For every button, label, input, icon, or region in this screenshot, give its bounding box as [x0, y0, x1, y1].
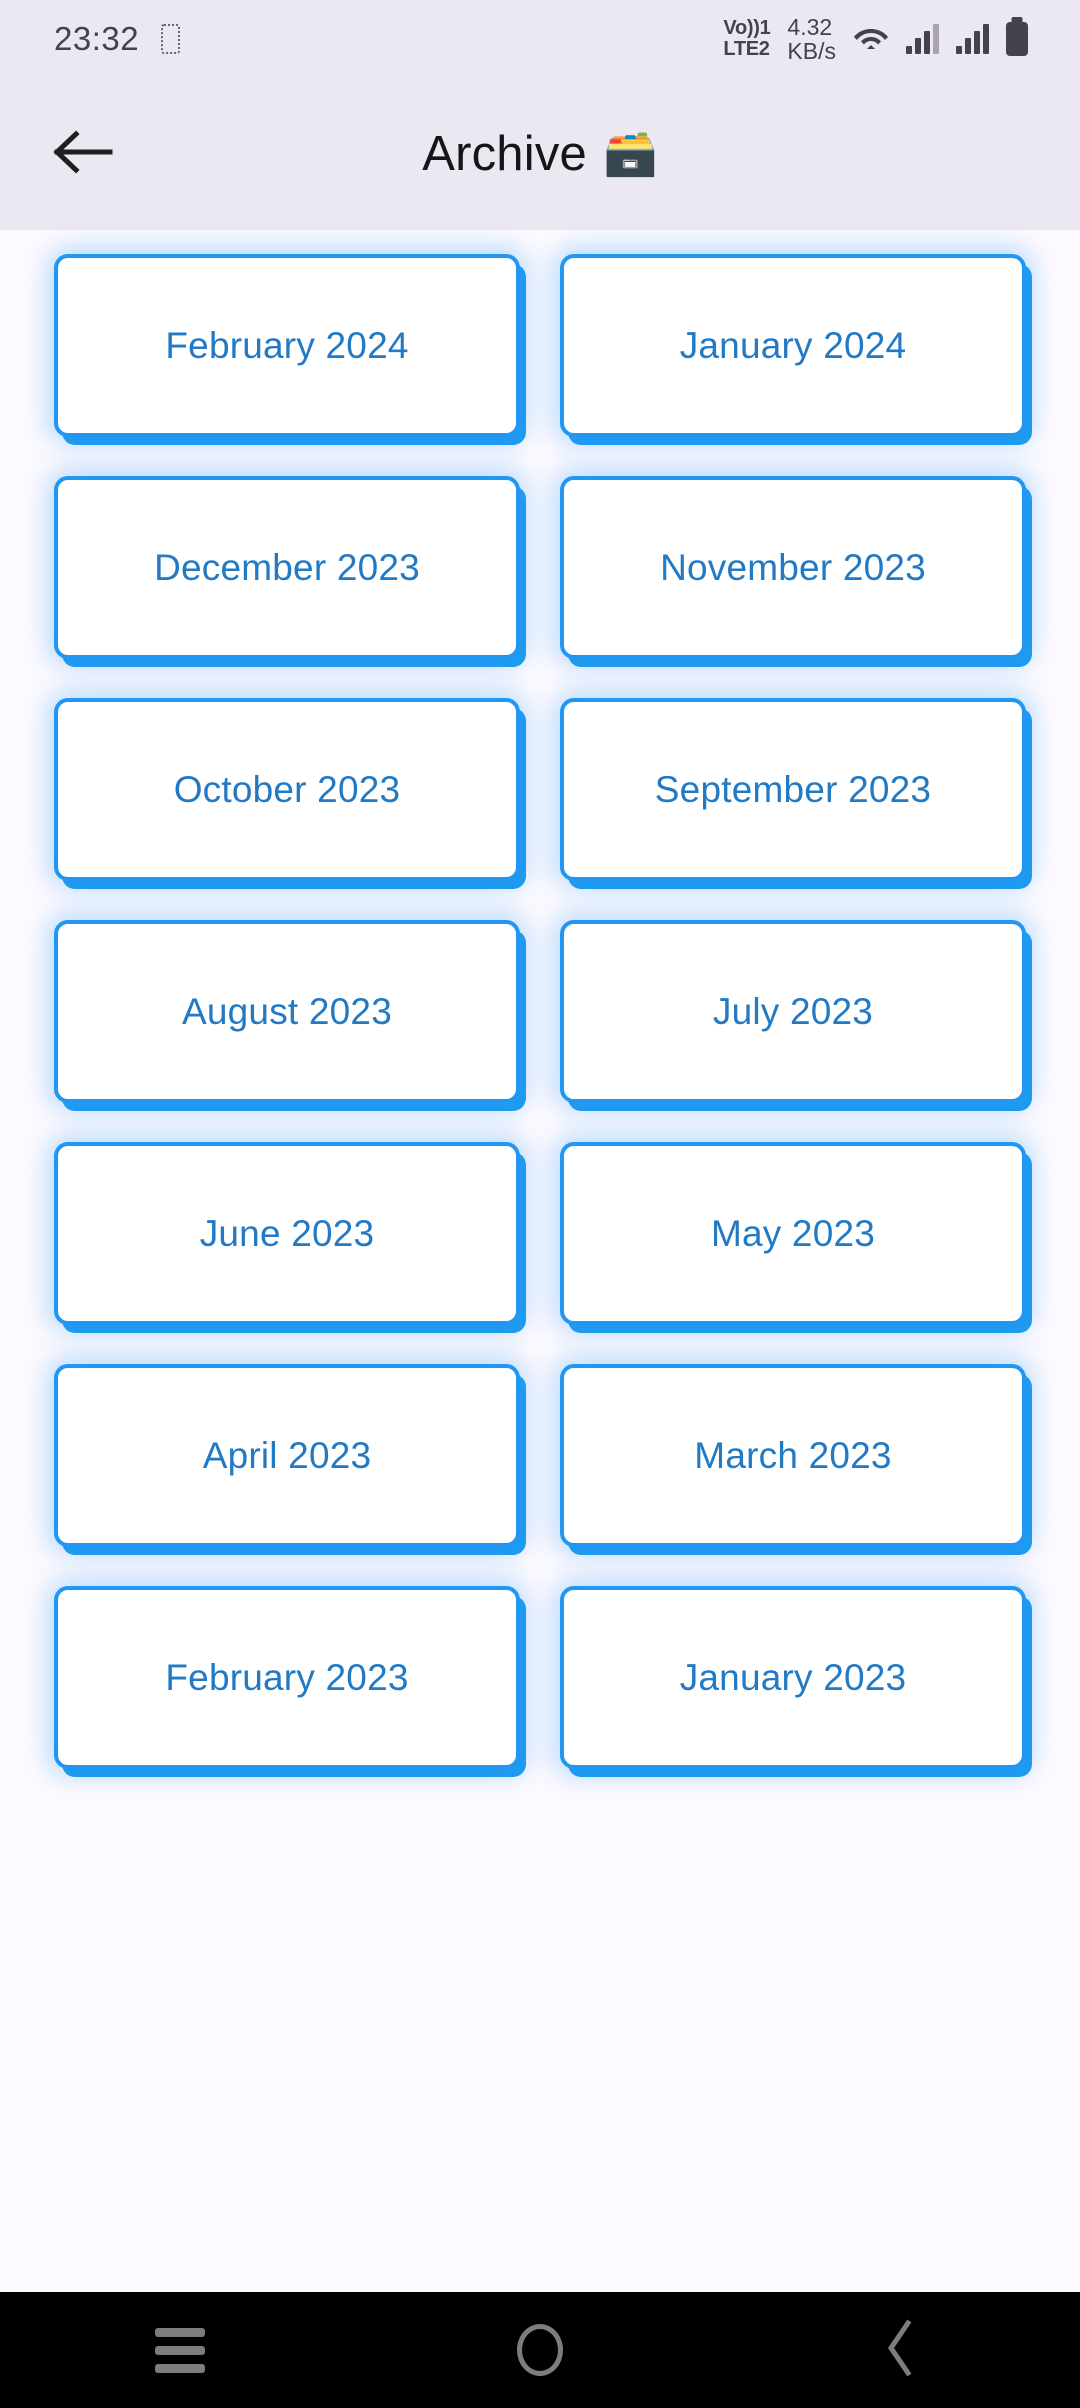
archive-month-grid: February 2024 January 2024 December 2023… — [0, 240, 1080, 1769]
month-card-label: December 2023 — [154, 546, 420, 588]
back-button[interactable] — [38, 109, 128, 199]
month-card[interactable]: March 2023 — [560, 1364, 1026, 1547]
status-clock: 23:32 — [54, 20, 140, 57]
system-navigation-bar — [0, 2292, 1080, 2408]
signal-bars-icon-sim1 — [906, 24, 939, 54]
page-title: Archive — [422, 127, 587, 181]
network-speed-value: 4.32 — [787, 13, 833, 40]
status-bar: 23:32 Vo))1 LTE2 4.32 KB/s — [0, 0, 1080, 78]
status-bar-right: Vo))1 LTE2 4.32 KB/s — [723, 15, 1050, 63]
card-index-dividers-icon: 🗃️ — [603, 129, 658, 178]
month-card[interactable]: October 2023 — [54, 698, 520, 881]
chevron-left-icon — [880, 2318, 920, 2383]
month-card[interactable]: April 2023 — [54, 1364, 520, 1547]
month-card[interactable]: February 2024 — [54, 254, 520, 437]
month-card-label: August 2023 — [182, 990, 392, 1032]
home-button[interactable] — [465, 2292, 615, 2408]
month-card[interactable]: August 2023 — [54, 920, 520, 1103]
network-speed-unit: KB/s — [787, 38, 836, 64]
month-card[interactable]: December 2023 — [54, 476, 520, 659]
month-card-label: July 2023 — [712, 990, 874, 1032]
volte-line-2: LTE2 — [723, 38, 770, 60]
back-nav-button[interactable] — [825, 2292, 975, 2408]
menu-recents-icon — [155, 2327, 205, 2373]
month-card[interactable]: May 2023 — [560, 1142, 1026, 1325]
month-card[interactable]: February 2023 — [54, 1586, 520, 1769]
recents-button[interactable] — [105, 2292, 255, 2408]
month-card-label: February 2023 — [165, 1656, 409, 1698]
month-card[interactable]: November 2023 — [560, 476, 1026, 659]
month-card-label: January 2024 — [679, 324, 907, 366]
status-bar-left: 23:32 — [54, 20, 181, 58]
month-card[interactable]: June 2023 — [54, 1142, 520, 1325]
month-card-label: October 2023 — [173, 768, 401, 810]
header-title-group: Archive 🗃️ — [0, 126, 1080, 182]
month-card-label: January 2023 — [679, 1656, 907, 1698]
app-header: Archive 🗃️ — [0, 78, 1080, 230]
month-card-label: June 2023 — [199, 1212, 375, 1254]
month-card-label: November 2023 — [660, 546, 926, 588]
notification-placeholder-icon — [161, 24, 181, 54]
volte-indicator: Vo))1 LTE2 — [723, 18, 770, 60]
home-circle-icon — [517, 2324, 563, 2376]
month-card-label: April 2023 — [202, 1434, 372, 1476]
network-speed-indicator: 4.32 KB/s — [787, 15, 836, 63]
month-card[interactable]: July 2023 — [560, 920, 1026, 1103]
month-card[interactable]: January 2023 — [560, 1586, 1026, 1769]
battery-full-icon — [1006, 22, 1028, 56]
arrow-left-icon — [52, 128, 114, 181]
month-card-label: March 2023 — [694, 1434, 892, 1476]
wifi-icon — [853, 22, 889, 57]
month-card-label: May 2023 — [710, 1212, 876, 1254]
signal-bars-icon-sim2 — [956, 24, 989, 54]
volte-line-1: Vo))1 — [723, 17, 771, 39]
month-card[interactable]: September 2023 — [560, 698, 1026, 881]
month-card[interactable]: January 2024 — [560, 254, 1026, 437]
month-card-label: September 2023 — [654, 768, 932, 810]
month-card-label: February 2024 — [165, 324, 409, 366]
